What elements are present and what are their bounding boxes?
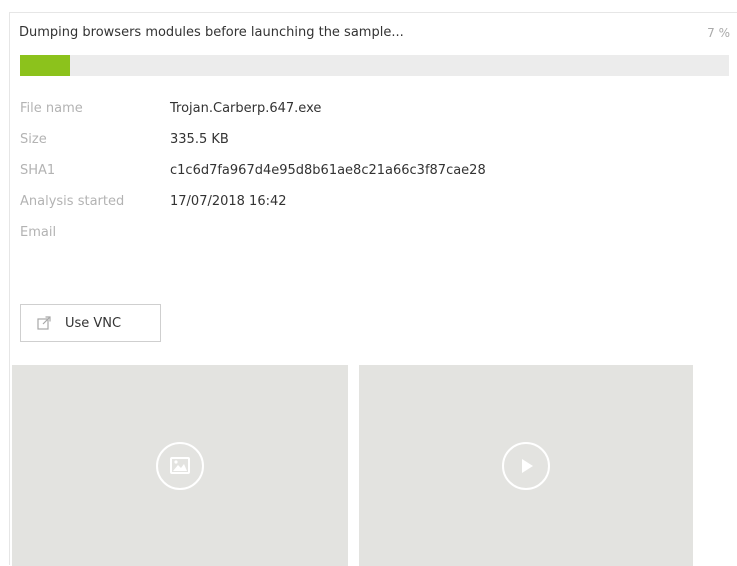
analysis-started-label: Analysis started <box>20 194 125 209</box>
progress-percent: 7 % <box>707 26 730 40</box>
email-label: Email <box>20 225 57 240</box>
image-icon <box>156 441 204 490</box>
analysis-started-value: 17/07/2018 16:42 <box>170 194 287 209</box>
sha1-label: SHA1 <box>20 163 56 178</box>
use-vnc-button[interactable]: Use VNC <box>20 304 161 342</box>
size-label: Size <box>20 132 47 147</box>
status-message: Dumping browsers modules before launchin… <box>19 25 404 40</box>
analysis-panel: Dumping browsers modules before launchin… <box>9 12 737 566</box>
sha1-value: c1c6d7fa967d4e95d8b61ae8c21a66c3f87cae28 <box>170 163 486 178</box>
status-row: Dumping browsers modules before launchin… <box>10 13 737 53</box>
screenshots-thumbnail[interactable] <box>12 365 348 566</box>
size-value: 335.5 KB <box>170 132 229 147</box>
video-thumbnail[interactable] <box>359 365 693 566</box>
file-name-label: File name <box>20 101 83 116</box>
use-vnc-label: Use VNC <box>65 315 122 331</box>
progress-bar <box>20 55 729 76</box>
file-name-value: Trojan.Carberp.647.exe <box>170 101 322 116</box>
progress-bar-fill <box>20 55 70 76</box>
play-icon <box>502 441 550 490</box>
external-link-icon <box>37 316 51 330</box>
